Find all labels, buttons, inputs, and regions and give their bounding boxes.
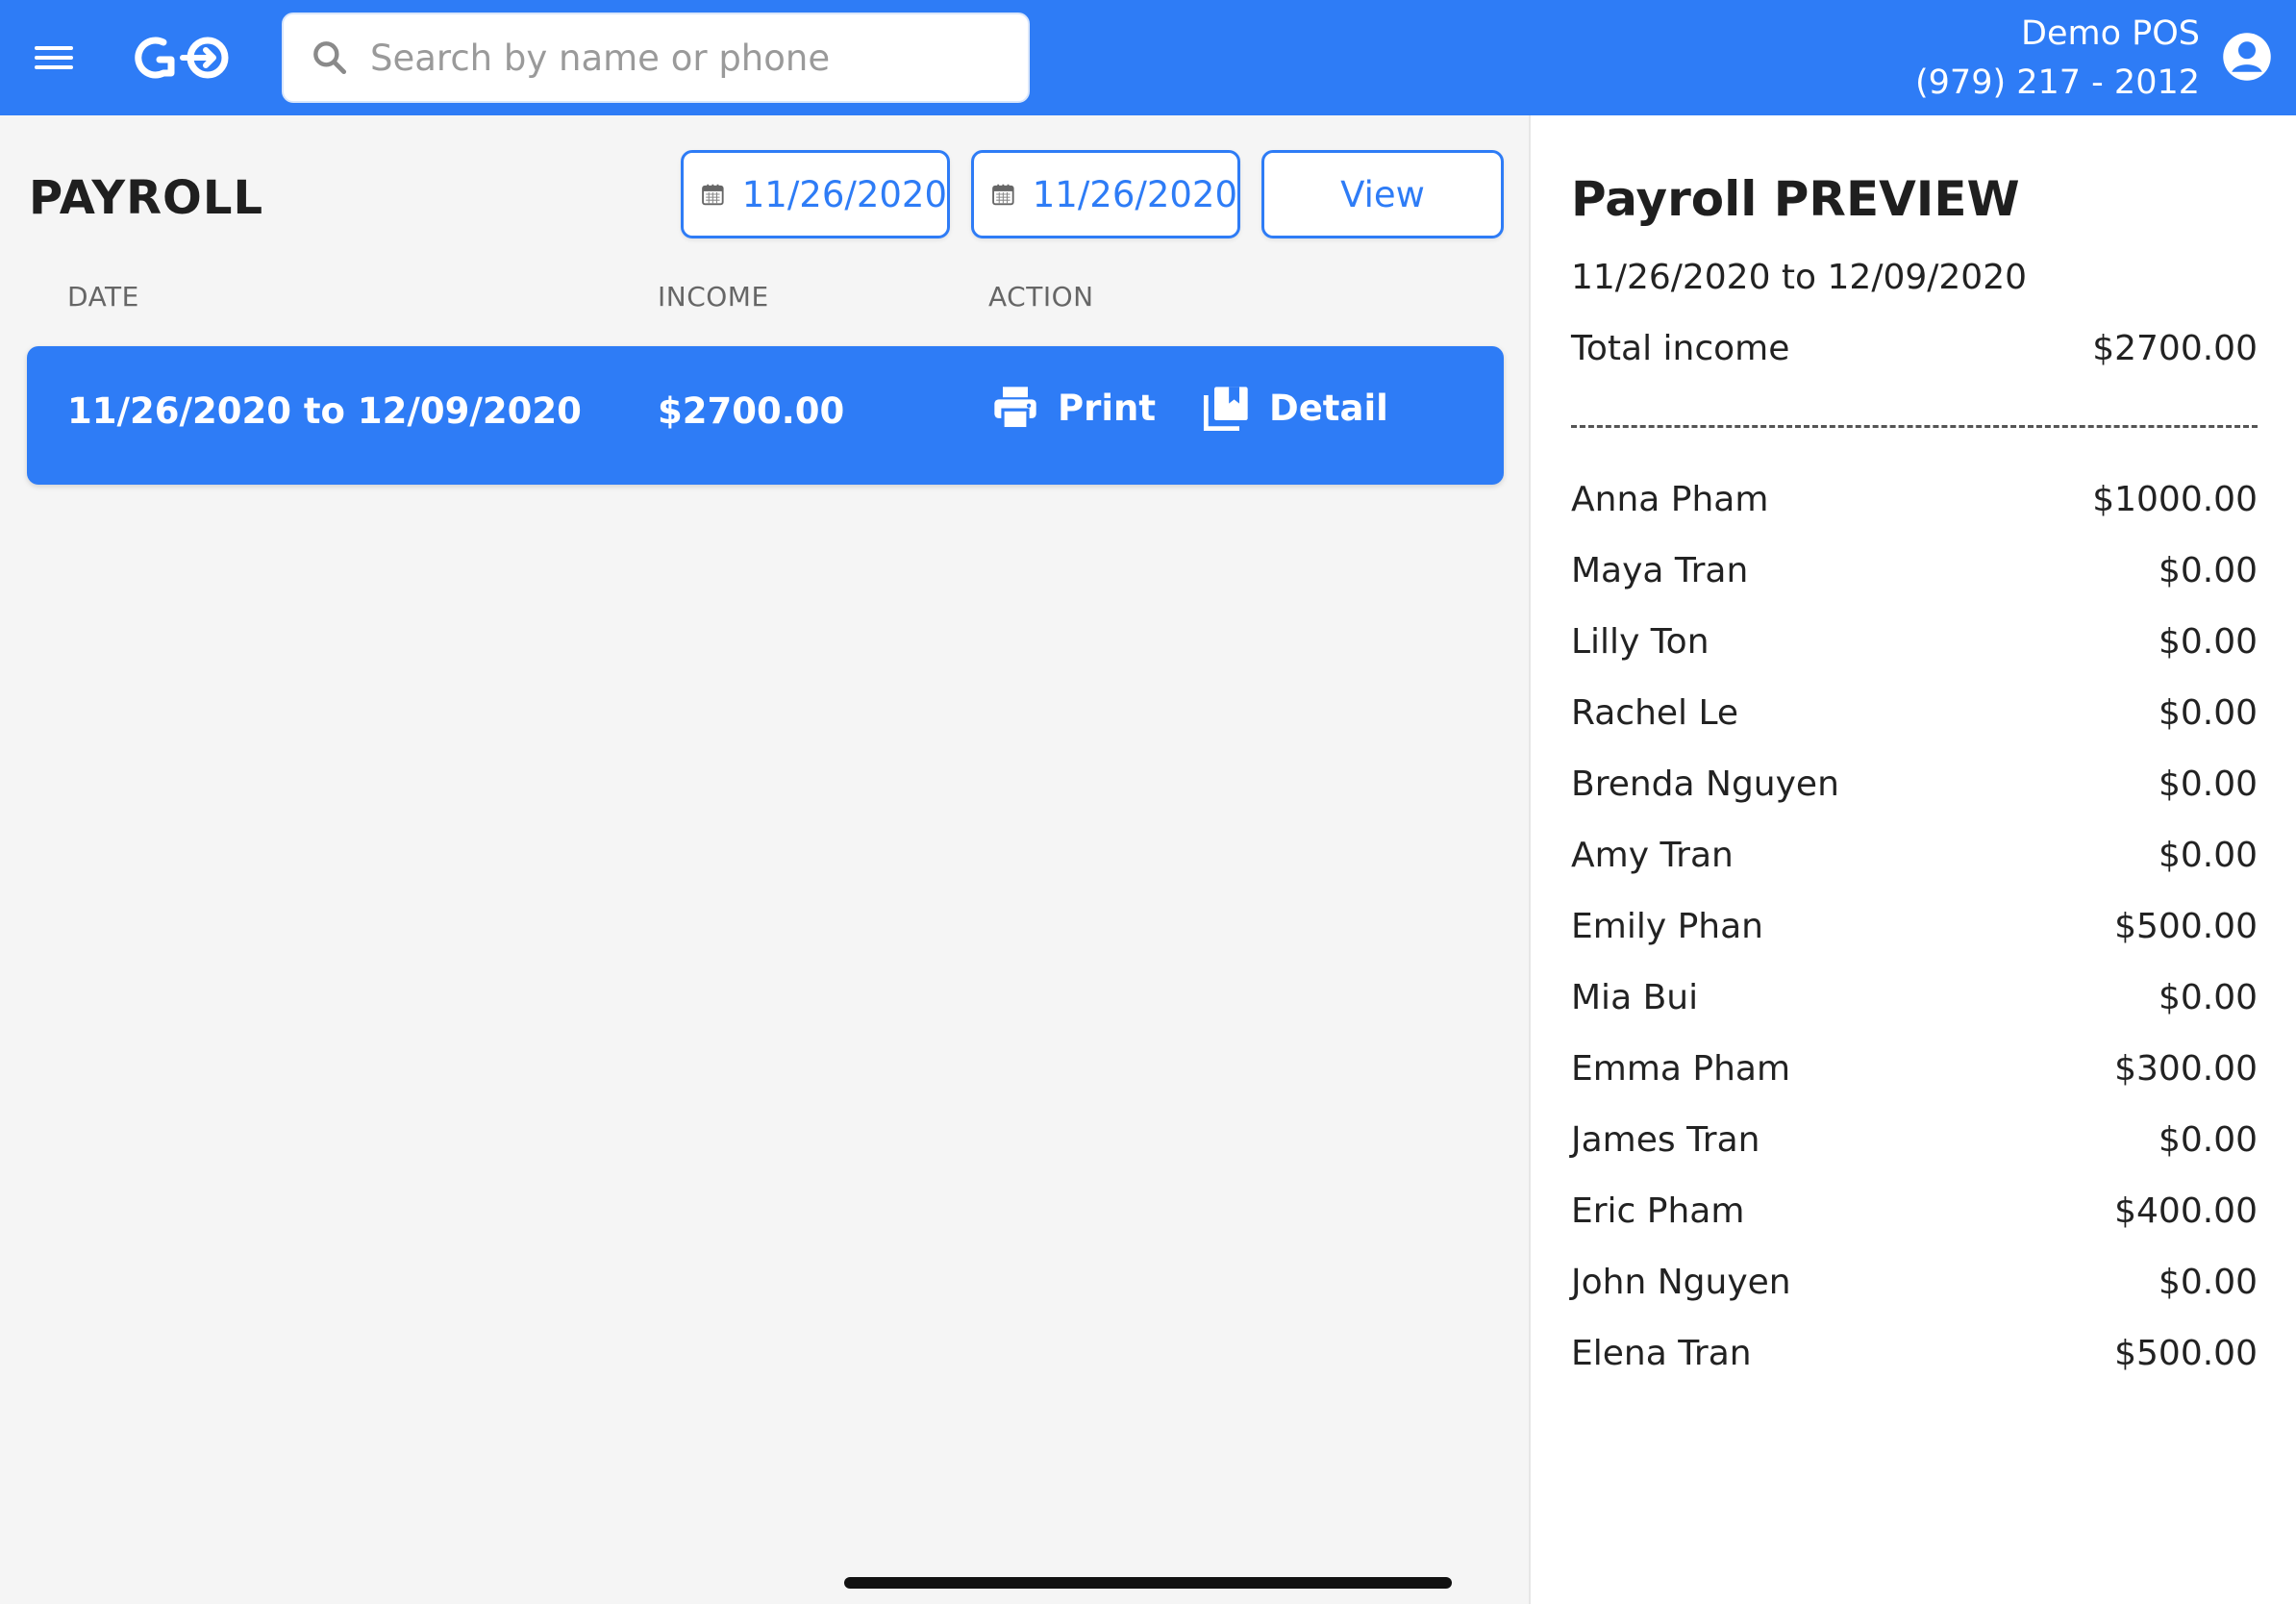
list-item: Emma Pham $300.00 <box>1571 1033 2258 1104</box>
payroll-preview-panel: Payroll PREVIEW 11/26/2020 to 12/09/2020… <box>1529 115 2296 1604</box>
list-item: Mia Bui $0.00 <box>1571 962 2258 1033</box>
bookmark-collection-icon <box>1203 387 1248 432</box>
start-date-value: 11/26/2020 <box>741 173 947 215</box>
detail-label: Detail <box>1269 387 1388 429</box>
list-item: Emily Phan $500.00 <box>1571 890 2258 962</box>
list-item: Anna Pham $1000.00 <box>1571 464 2258 535</box>
total-income-row: Total income $2700.00 <box>1571 329 2258 368</box>
top-bar: Demo POS (979) 217 - 2012 <box>0 0 2296 115</box>
employee-name: Amy Tran <box>1571 835 1734 875</box>
column-header-income: INCOME <box>658 281 769 313</box>
list-item: John Nguyen $0.00 <box>1571 1246 2258 1317</box>
employee-name: John Nguyen <box>1571 1262 1791 1302</box>
search-box[interactable] <box>282 13 1030 103</box>
employee-name: Lilly Ton <box>1571 621 1710 662</box>
print-button[interactable]: Print <box>990 383 1156 433</box>
employee-amount: $0.00 <box>2158 1262 2258 1302</box>
employee-amount: $0.00 <box>2158 692 2258 733</box>
employee-name: Emily Phan <box>1571 906 1763 946</box>
employee-amount: $0.00 <box>2158 764 2258 804</box>
calendar-icon <box>702 184 724 206</box>
list-item: Amy Tran $0.00 <box>1571 819 2258 890</box>
employee-name: Rachel Le <box>1571 692 1739 733</box>
end-date-picker[interactable]: 11/26/2020 <box>971 150 1240 238</box>
employee-amount: $0.00 <box>2158 1119 2258 1160</box>
total-income-value: $2700.00 <box>2092 329 2258 368</box>
employee-name: Emma Pham <box>1571 1048 1791 1089</box>
list-item: Lilly Ton $0.00 <box>1571 606 2258 677</box>
employee-amount: $500.00 <box>2114 906 2258 946</box>
employee-amount: $500.00 <box>2114 1333 2258 1373</box>
row-date: 11/26/2020 to 12/09/2020 <box>67 390 582 432</box>
page-title: PAYROLL <box>29 171 264 225</box>
preview-title: Payroll PREVIEW <box>1571 171 2020 227</box>
employee-amount: $0.00 <box>2158 977 2258 1017</box>
search-icon <box>313 41 347 75</box>
payroll-panel: PAYROLL 11/26/2020 11/26/2020 View DATE … <box>0 115 1529 1604</box>
employee-name: James Tran <box>1571 1119 1760 1160</box>
logo-icon[interactable] <box>127 29 242 87</box>
list-item: Eric Pham $400.00 <box>1571 1175 2258 1246</box>
employee-amount: $1000.00 <box>2092 479 2258 519</box>
column-header-action: ACTION <box>988 281 1094 313</box>
employee-name: Anna Pham <box>1571 479 1769 519</box>
home-indicator[interactable] <box>844 1577 1452 1589</box>
employee-name: Elena Tran <box>1571 1333 1752 1373</box>
list-item: James Tran $0.00 <box>1571 1104 2258 1175</box>
end-date-value: 11/26/2020 <box>1032 173 1237 215</box>
list-item: Rachel Le $0.00 <box>1571 677 2258 748</box>
print-label: Print <box>1058 387 1157 429</box>
table-row[interactable]: 11/26/2020 to 12/09/2020 $2700.00 Print … <box>27 346 1504 485</box>
column-header-date: DATE <box>67 281 139 313</box>
view-button[interactable]: View <box>1261 150 1504 238</box>
preview-range: 11/26/2020 to 12/09/2020 <box>1571 258 2028 297</box>
employee-name: Eric Pham <box>1571 1190 1745 1231</box>
list-item: Brenda Nguyen $0.00 <box>1571 748 2258 819</box>
account-phone: (979) 217 - 2012 <box>1915 63 2200 102</box>
menu-icon[interactable] <box>35 42 73 73</box>
total-income-label: Total income <box>1571 329 1790 368</box>
start-date-picker[interactable]: 11/26/2020 <box>681 150 950 238</box>
employee-amount: $300.00 <box>2114 1048 2258 1089</box>
list-item: Maya Tran $0.00 <box>1571 535 2258 606</box>
employee-list: Anna Pham $1000.00 Maya Tran $0.00 Lilly Ton… <box>1571 464 2258 1389</box>
list-item: Elena Tran $500.00 <box>1571 1317 2258 1389</box>
calendar-icon <box>992 184 1014 206</box>
search-input[interactable] <box>370 37 1005 79</box>
employee-amount: $0.00 <box>2158 835 2258 875</box>
employee-amount: $400.00 <box>2114 1190 2258 1231</box>
dashed-divider <box>1571 425 2258 428</box>
employee-name: Maya Tran <box>1571 550 1749 590</box>
account-icon[interactable] <box>2221 31 2273 83</box>
account-name: Demo POS <box>2021 14 2200 53</box>
employee-amount: $0.00 <box>2158 621 2258 662</box>
detail-button[interactable]: Detail <box>1202 383 1388 433</box>
account-info: Demo POS (979) 217 - 2012 <box>1915 10 2200 108</box>
row-income: $2700.00 <box>658 390 845 432</box>
employee-name: Brenda Nguyen <box>1571 764 1839 804</box>
printer-icon <box>994 387 1036 431</box>
employee-name: Mia Bui <box>1571 977 1699 1017</box>
employee-amount: $0.00 <box>2158 550 2258 590</box>
